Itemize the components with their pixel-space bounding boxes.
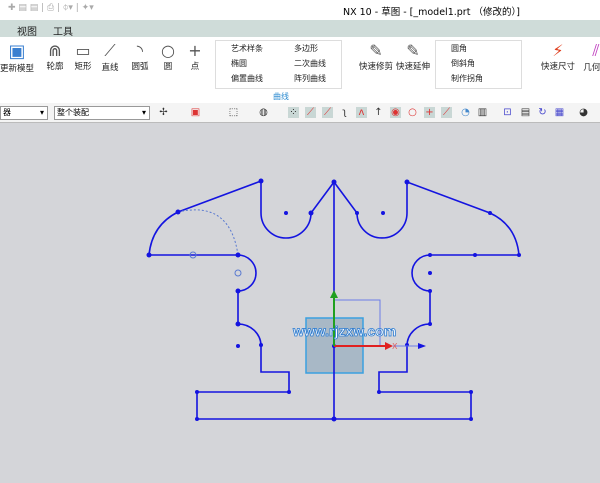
- selection-toolbar: 器 ▾ 整个装配 ▾ ✢ ▣ ⬚ ◍ ⁘ ⟋ ⟋ ʅ ʌ ↑ ◉ ○ + ⟋ ◔ ▥…: [0, 103, 600, 123]
- title-bar: ✚ ▤ ▤ | ⎙ | ⏀▾ | ✦▾ NX 10 - 草图 - [_model…: [0, 0, 600, 20]
- curve-point-icon[interactable]: ⟋: [322, 107, 333, 118]
- profile-button[interactable]: ⋒ 轮廓: [42, 41, 68, 72]
- chevron-down-icon: ▾: [141, 108, 146, 117]
- rectangle-button[interactable]: ▭ 矩形: [70, 41, 96, 72]
- watermark: www.rjzxw.com: [292, 323, 396, 339]
- corner-gallery: 圆角 倒斜角 制作拐角: [435, 40, 522, 89]
- assembly-filter-select[interactable]: 整个装配 ▾: [54, 106, 150, 120]
- quick-trim-button[interactable]: ✎ 快速修剪: [358, 41, 394, 72]
- quick-access-icons[interactable]: ✚ ▤ ▤ | ⎙ | ⏀▾ | ✦▾: [8, 3, 94, 13]
- menu-view[interactable]: 视图: [17, 23, 37, 38]
- midpoint-icon[interactable]: ⟋: [305, 107, 316, 118]
- window-title: NX 10 - 草图 - [_model1.prt （修改的）]: [343, 7, 520, 18]
- box-select-icon[interactable]: ⬚: [228, 107, 239, 118]
- arc-button[interactable]: ◝ 圆弧: [127, 41, 153, 72]
- profile-icon: ⋒: [48, 41, 62, 60]
- geometric-constraints-button[interactable]: ⫽几何约: [578, 41, 600, 73]
- bounded-icon[interactable]: ▥: [477, 107, 488, 118]
- tangent-icon[interactable]: ʅ: [339, 107, 350, 118]
- pattern-curve-item[interactable]: 阵列曲线: [294, 73, 326, 84]
- fit-view-icon[interactable]: ⊡: [502, 107, 513, 118]
- intersection-icon[interactable]: ↑: [373, 107, 384, 118]
- point-on-curve-icon[interactable]: +: [424, 107, 435, 118]
- sketch-canvas[interactable]: X www.rjzxw.com: [0, 122, 600, 483]
- arc-icon: ◝: [136, 41, 144, 60]
- surface-point-icon[interactable]: ◔: [460, 107, 471, 118]
- update-model-button[interactable]: ▣ 更新模型: [0, 41, 34, 74]
- zoom-icon[interactable]: ▤: [520, 107, 531, 118]
- rectangle-icon: ▭: [75, 41, 91, 60]
- render-style-icon[interactable]: ◕: [578, 107, 589, 118]
- type-filter-select[interactable]: 器 ▾: [0, 106, 48, 120]
- make-corner-item[interactable]: 制作拐角: [451, 73, 483, 84]
- line-icon: ⟋: [104, 41, 116, 60]
- construction-arc: [177, 209, 239, 256]
- conic-item[interactable]: 二次曲线: [294, 58, 326, 69]
- curve-gallery: 艺术样条 椭圆 偏置曲线 多边形 二次曲线 阵列曲线: [215, 40, 342, 89]
- orient-icon[interactable]: ▦: [554, 107, 565, 118]
- snap-icon[interactable]: ✢: [158, 107, 169, 118]
- control-point-icon[interactable]: ʌ: [356, 107, 367, 118]
- point-icon: +: [188, 41, 202, 60]
- circle-button[interactable]: ○ 圆: [155, 41, 181, 72]
- endpoint-icon[interactable]: ⁘: [288, 107, 299, 118]
- rapid-dimension-button[interactable]: ⚡ 快速尺寸: [540, 41, 576, 72]
- arc-center-icon[interactable]: ◉: [390, 107, 401, 118]
- fillet-item[interactable]: 圆角: [451, 43, 467, 54]
- ribbon: ▣ 更新模型 ⋒ 轮廓 ▭ 矩形 ⟋ 直线 ◝ 圆弧 ○ 圆 + 点 艺术样条 椭圆 偏置曲线…: [0, 37, 600, 104]
- rotate-icon[interactable]: ↻: [537, 107, 548, 118]
- x-axis-label: X: [392, 342, 398, 351]
- offset-curve-item[interactable]: 偏置曲线: [231, 73, 263, 84]
- menu-tools[interactable]: 工具: [53, 23, 73, 38]
- constraint-icon: ⫽: [592, 41, 600, 60]
- extend-icon: ✎: [406, 41, 420, 60]
- menu-bar: 视图 工具: [0, 20, 600, 38]
- view-icon[interactable]: ◍: [258, 107, 269, 118]
- circle-icon: ○: [161, 41, 175, 60]
- existing-point-icon[interactable]: ⟋: [441, 107, 452, 118]
- studio-spline-item[interactable]: 艺术样条: [231, 43, 263, 54]
- trim-icon: ✎: [369, 41, 383, 60]
- quadrant-icon[interactable]: ○: [407, 107, 418, 118]
- chevron-down-icon: ▾: [39, 108, 44, 117]
- chamfer-item[interactable]: 倒斜角: [451, 58, 475, 69]
- ellipse-item[interactable]: 椭圆: [231, 58, 247, 69]
- select-icon[interactable]: ▣: [190, 107, 201, 118]
- curve-group-label: 曲线: [273, 92, 289, 101]
- polygon-item[interactable]: 多边形: [294, 43, 318, 54]
- dimension-icon: ⚡: [552, 41, 564, 60]
- line-button[interactable]: ⟋ 直线: [97, 41, 123, 73]
- point-button[interactable]: + 点: [182, 41, 208, 72]
- quick-extend-button[interactable]: ✎ 快速延伸: [395, 41, 431, 72]
- update-model-icon: ▣: [8, 41, 26, 62]
